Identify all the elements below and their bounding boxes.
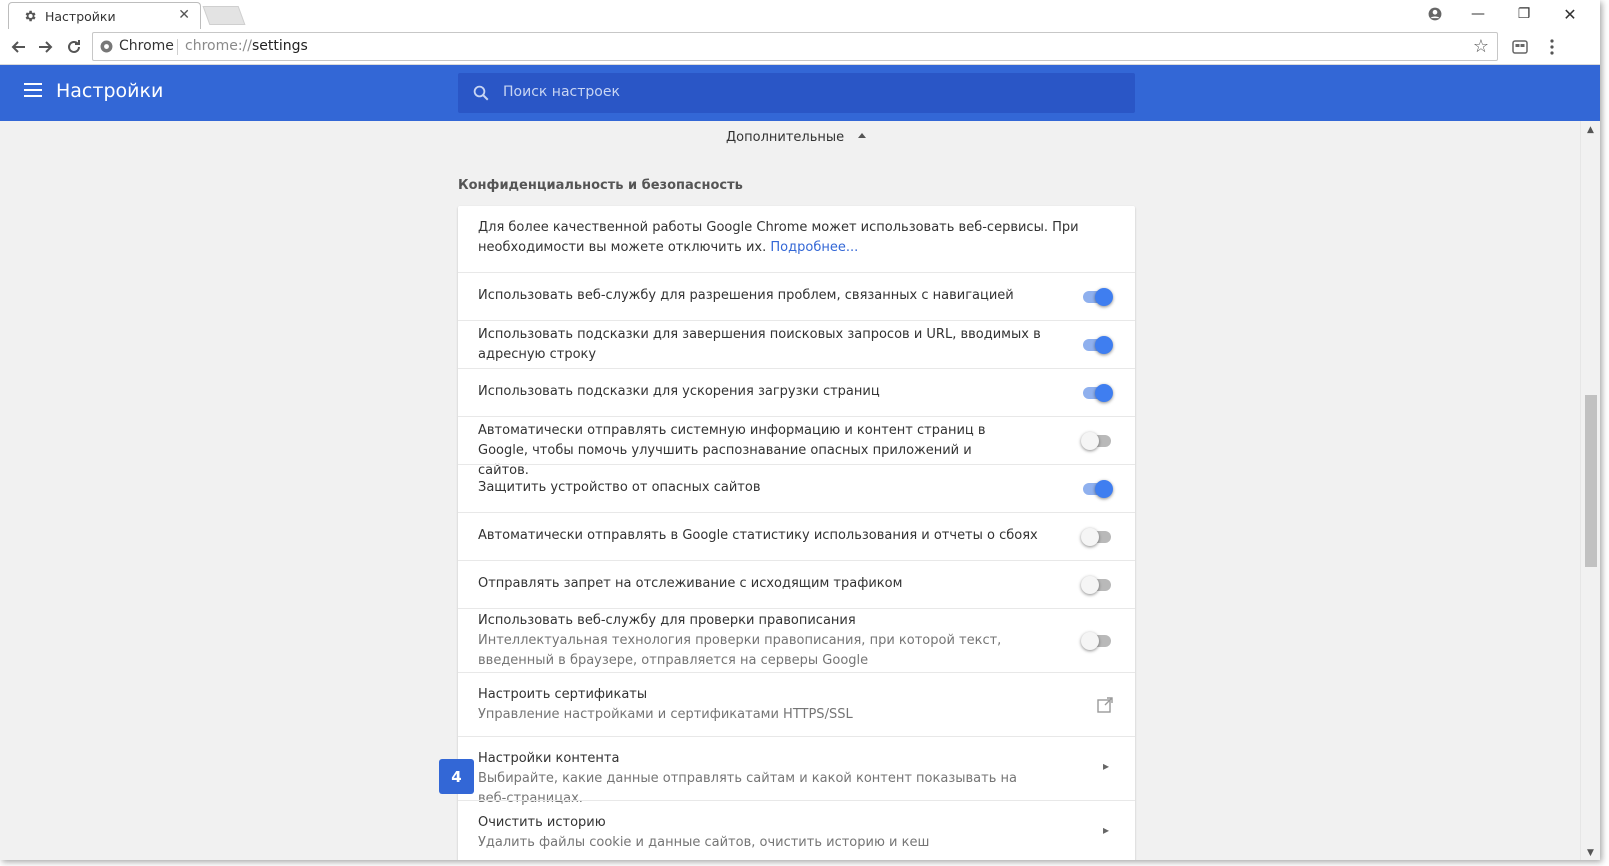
back-button[interactable] bbox=[6, 35, 30, 59]
learn-more-link[interactable]: Подробнее... bbox=[770, 240, 858, 255]
forward-button[interactable] bbox=[34, 35, 58, 59]
arrow-left-icon bbox=[11, 41, 25, 53]
chip-divider bbox=[177, 39, 178, 55]
arrow-right-icon bbox=[39, 41, 53, 53]
restore-button[interactable]: ❐ bbox=[1504, 2, 1544, 26]
close-window-button[interactable]: ✕ bbox=[1550, 2, 1590, 26]
chevron-right-icon: ▸ bbox=[1102, 823, 1109, 837]
setting-row[interactable]: Использовать подсказки для ускорения заг… bbox=[458, 368, 1135, 416]
toolbar: Chrome chrome://settings ☆ bbox=[0, 29, 1600, 65]
tab-strip: Настройки ✕ — ❐ ✕ bbox=[0, 0, 1600, 29]
chevron-up-icon bbox=[858, 133, 867, 138]
toggle-switch[interactable] bbox=[1081, 287, 1113, 307]
tab-title: Настройки bbox=[45, 9, 116, 24]
setting-row[interactable]: Автоматически отправлять в Google статис… bbox=[458, 512, 1135, 560]
tab-settings[interactable]: Настройки ✕ bbox=[8, 2, 201, 29]
page-chip-label: Chrome bbox=[119, 38, 174, 54]
setting-row[interactable]: Очистить историю Удалить файлы cookie и д… bbox=[458, 800, 1135, 860]
new-tab-button[interactable] bbox=[202, 6, 246, 25]
gear-icon bbox=[25, 10, 36, 22]
scrollbar[interactable]: ▲ ▼ bbox=[1580, 121, 1600, 860]
reload-icon bbox=[68, 40, 80, 53]
search-input[interactable]: Поиск настроек bbox=[458, 73, 1135, 113]
hamburger-menu-icon[interactable] bbox=[24, 83, 42, 97]
toggle-switch[interactable] bbox=[1081, 335, 1113, 355]
external-link-icon[interactable] bbox=[1097, 697, 1113, 713]
scroll-down-icon[interactable]: ▼ bbox=[1587, 848, 1594, 858]
toggle-switch[interactable] bbox=[1081, 479, 1113, 499]
toggle-switch[interactable] bbox=[1081, 383, 1113, 403]
reload-button[interactable] bbox=[62, 35, 86, 59]
toggle-switch[interactable] bbox=[1081, 631, 1113, 651]
bookmark-star-icon[interactable]: ☆ bbox=[1473, 36, 1489, 57]
minimize-button[interactable]: — bbox=[1458, 2, 1498, 26]
extension-icon[interactable] bbox=[1508, 35, 1532, 59]
intro-text: Для более качественной работы Google Chr… bbox=[478, 220, 1079, 255]
section-title: Конфиденциальность и безопасность bbox=[458, 178, 743, 193]
search-icon bbox=[473, 85, 489, 101]
setting-row[interactable]: Использовать веб-службу для разрешения п… bbox=[458, 272, 1135, 320]
advanced-toggle[interactable]: Дополнительные bbox=[726, 130, 867, 145]
scroll-up-icon[interactable]: ▲ bbox=[1587, 125, 1594, 135]
search-placeholder: Поиск настроек bbox=[503, 84, 620, 100]
settings-header: Настройки Поиск настроек bbox=[0, 65, 1600, 121]
account-icon[interactable] bbox=[1415, 2, 1455, 26]
setting-row[interactable]: Отправлять запрет на отслеживание с исхо… bbox=[458, 560, 1135, 608]
scrollbar-thumb[interactable] bbox=[1585, 395, 1597, 567]
step-badge: 4 bbox=[439, 759, 474, 794]
tab-close-icon[interactable]: ✕ bbox=[178, 7, 190, 23]
setting-row[interactable]: Использовать подсказки для завершения по… bbox=[458, 320, 1135, 368]
setting-row[interactable]: Автоматически отправлять системную инфор… bbox=[458, 416, 1135, 478]
chevron-right-icon: ▸ bbox=[1102, 759, 1109, 773]
settings-content: Дополнительные Конфиденциальность и безо… bbox=[0, 121, 1580, 860]
toggle-switch[interactable] bbox=[1081, 575, 1113, 595]
toggle-switch[interactable] bbox=[1081, 527, 1113, 547]
address-bar[interactable]: Chrome chrome://settings ☆ bbox=[92, 32, 1498, 61]
setting-row[interactable]: Настроить сертификаты Управление настройк… bbox=[458, 672, 1135, 736]
setting-row[interactable]: Настройки контента Выбирайте, какие данны… bbox=[458, 736, 1135, 806]
menu-dots-icon[interactable] bbox=[1540, 35, 1564, 59]
privacy-card: Для более качественной работы Google Chr… bbox=[458, 206, 1135, 860]
setting-row[interactable]: Использовать веб-службу для проверки пра… bbox=[458, 608, 1135, 672]
chrome-page-icon bbox=[100, 40, 113, 53]
url-text[interactable]: chrome://settings bbox=[185, 38, 308, 54]
browser-window: Настройки ✕ — ❐ ✕ Chrome chrome://settin… bbox=[0, 0, 1600, 860]
setting-row[interactable]: Защитить устройство от опасных сайтов bbox=[458, 464, 1135, 512]
page-title: Настройки bbox=[56, 80, 164, 102]
toggle-switch[interactable] bbox=[1081, 431, 1113, 451]
